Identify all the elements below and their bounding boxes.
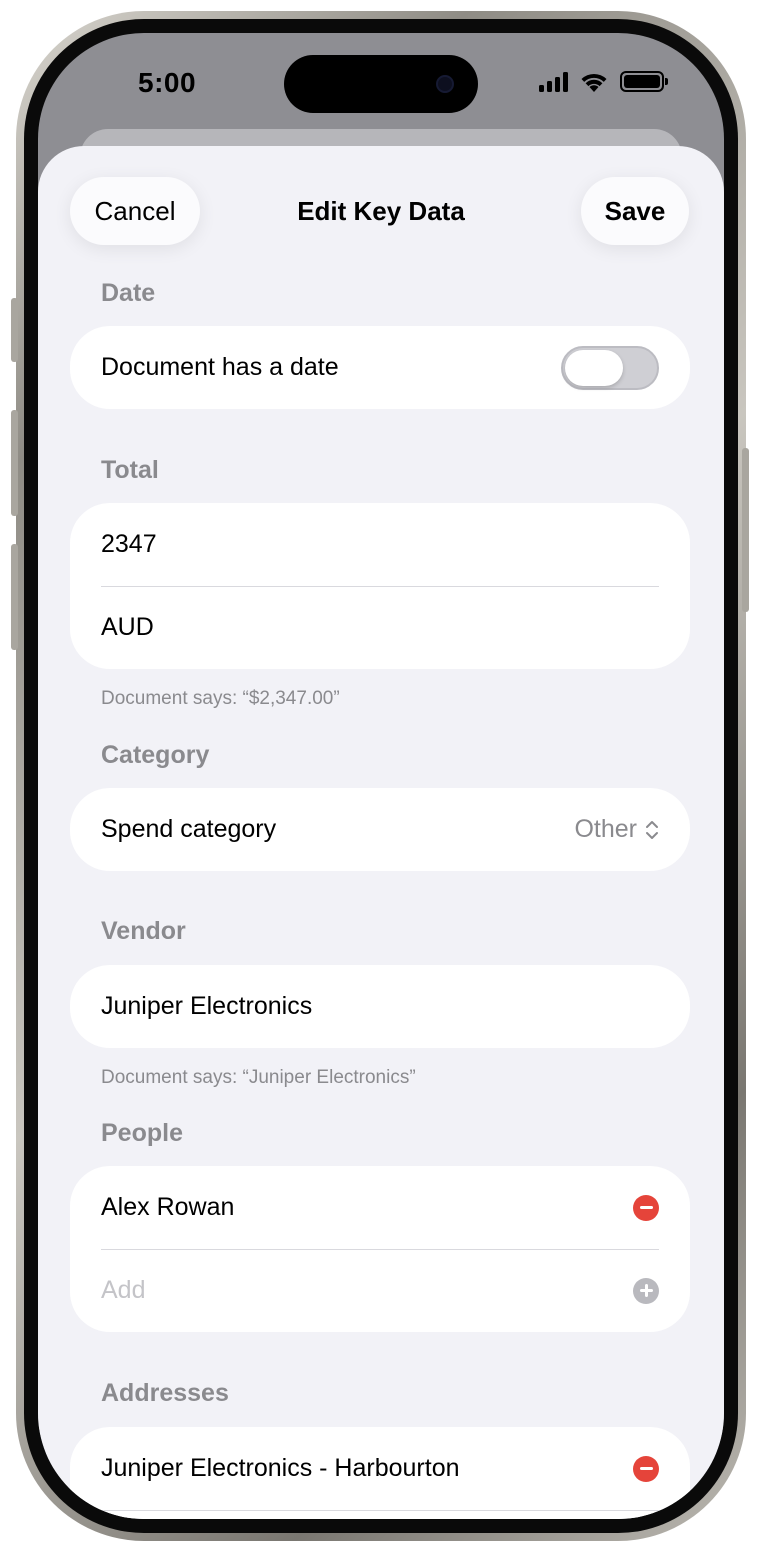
dynamic-island: [284, 55, 478, 113]
save-button[interactable]: Save: [581, 177, 689, 245]
addresses-card: Juniper Electronics - Harbourton: [70, 1427, 690, 1519]
spend-category-picker[interactable]: Spend category Other: [70, 788, 690, 871]
remove-person-icon[interactable]: [633, 1194, 659, 1221]
date-toggle-row[interactable]: Document has a date: [70, 326, 690, 409]
toggle-knob: [565, 349, 623, 386]
spend-category-label: Spend category: [101, 815, 277, 843]
total-currency-value: AUD: [101, 613, 154, 641]
volume-down-button: [11, 544, 18, 650]
action-button: [11, 298, 18, 362]
address-row-next[interactable]: [70, 1510, 690, 1519]
person-name: Alex Rowan: [101, 1193, 235, 1221]
total-amount-value: 2347: [101, 530, 157, 558]
front-camera-icon: [436, 75, 454, 93]
section-header-total: Total: [101, 456, 159, 484]
volume-up-button: [11, 410, 18, 516]
add-person-row[interactable]: Add: [70, 1249, 690, 1332]
address-value: Juniper Electronics - Harbourton: [101, 1454, 460, 1482]
date-toggle[interactable]: [561, 345, 659, 390]
people-card: Alex Rowan Add: [70, 1166, 690, 1332]
cellular-signal-icon: [539, 71, 568, 92]
address-row[interactable]: Juniper Electronics - Harbourton: [70, 1427, 690, 1510]
vendor-card: Juniper Electronics: [70, 965, 690, 1048]
section-header-addresses: Addresses: [101, 1379, 229, 1407]
section-header-vendor: Vendor: [101, 917, 186, 945]
add-person-placeholder: Add: [101, 1276, 146, 1304]
total-currency-field[interactable]: AUD: [70, 586, 690, 669]
status-icons: [539, 71, 668, 92]
power-button: [742, 448, 749, 612]
remove-address-icon[interactable]: [633, 1455, 659, 1482]
section-header-people: People: [101, 1119, 183, 1147]
wifi-icon: [581, 73, 607, 92]
person-row[interactable]: Alex Rowan: [70, 1166, 690, 1249]
section-header-category: Category: [101, 741, 210, 769]
vendor-field[interactable]: Juniper Electronics: [70, 965, 690, 1048]
edit-key-data-sheet: Cancel Edit Key Data Save Date Document …: [38, 146, 724, 1519]
section-header-date: Date: [101, 279, 156, 307]
date-card: Document has a date: [70, 326, 690, 409]
status-time: 5:00: [138, 67, 197, 98]
category-card: Spend category Other: [70, 788, 690, 871]
battery-icon: [620, 71, 668, 92]
date-toggle-label: Document has a date: [101, 353, 339, 381]
total-amount-field[interactable]: 2347: [70, 503, 690, 586]
vendor-document-note: Document says: “Juniper Electronics”: [101, 1067, 416, 1088]
add-person-icon[interactable]: [633, 1277, 659, 1304]
spend-category-value: Other: [574, 815, 637, 843]
chevron-up-down-icon: [646, 820, 658, 839]
total-card: 2347 AUD: [70, 503, 690, 669]
screen: 5:00 Cancel Edit Key Data Save Date Docu…: [38, 33, 724, 1519]
total-document-note: Document says: “$2,347.00”: [101, 688, 340, 709]
vendor-value: Juniper Electronics: [101, 992, 313, 1020]
